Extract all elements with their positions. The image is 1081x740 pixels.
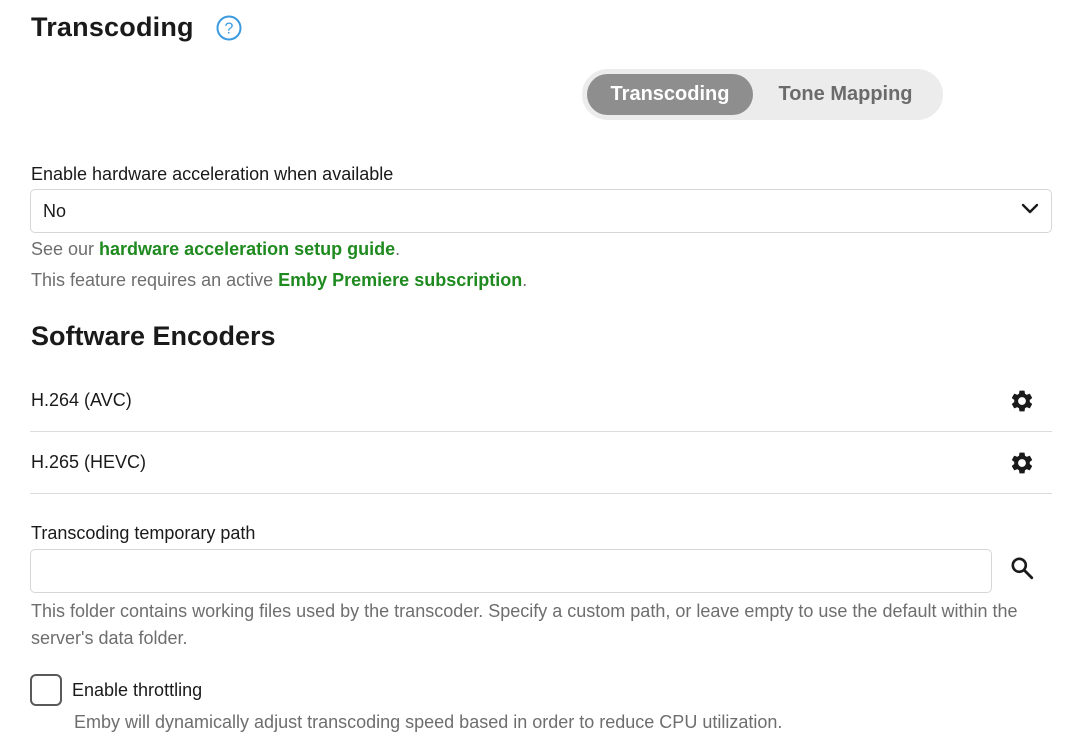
encoder-row-h265: H.265 (HEVC)	[30, 432, 1052, 494]
settings-tab-switcher: Transcoding Tone Mapping	[582, 69, 943, 120]
guide-prefix: See our	[31, 239, 100, 259]
throttling-checkbox[interactable]	[30, 674, 62, 706]
premiere-prefix: This feature requires an active	[31, 270, 279, 290]
software-encoders-heading: Software Encoders	[31, 321, 276, 351]
throttling-label[interactable]: Enable throttling	[72, 680, 202, 701]
chevron-down-icon	[1021, 202, 1039, 220]
tab-transcoding[interactable]: Transcoding	[587, 74, 753, 115]
hw-accel-selected-value: No	[43, 200, 67, 221]
search-icon[interactable]	[1006, 552, 1038, 584]
gear-icon[interactable]	[1008, 449, 1036, 477]
premiere-requirement-text: This feature requires an active Emby Pre…	[31, 270, 527, 291]
hw-accel-guide-link[interactable]: hardware acceleration setup guide	[99, 239, 395, 259]
guide-suffix: .	[395, 239, 401, 259]
page-title: Transcoding	[31, 12, 194, 42]
encoder-row-h264: H.264 (AVC)	[30, 370, 1052, 432]
transcoding-settings-page: Transcoding ? Transcoding Tone Mapping E…	[0, 0, 1081, 740]
throttling-help: Emby will dynamically adjust transcoding…	[74, 712, 783, 732]
emby-premiere-link[interactable]: Emby Premiere subscription	[278, 270, 522, 290]
tab-tone-mapping[interactable]: Tone Mapping	[753, 74, 938, 115]
encoder-name: H.264 (AVC)	[31, 390, 132, 410]
gear-icon[interactable]	[1008, 387, 1036, 415]
svg-text:?: ?	[224, 20, 233, 37]
hw-accel-label: Enable hardware acceleration when availa…	[31, 164, 394, 184]
question-circle-icon[interactable]: ?	[216, 15, 242, 41]
premiere-suffix: .	[522, 270, 528, 290]
hw-accel-select[interactable]: No	[30, 189, 1052, 233]
hw-accel-guide-text: See our hardware acceleration setup guid…	[31, 239, 400, 260]
temp-path-input[interactable]	[30, 549, 992, 593]
encoder-name: H.265 (HEVC)	[31, 452, 147, 472]
title-row: Transcoding ?	[31, 12, 242, 43]
temp-path-label: Transcoding temporary path	[31, 523, 256, 543]
temp-path-help: This folder contains working files used …	[31, 601, 1018, 648]
